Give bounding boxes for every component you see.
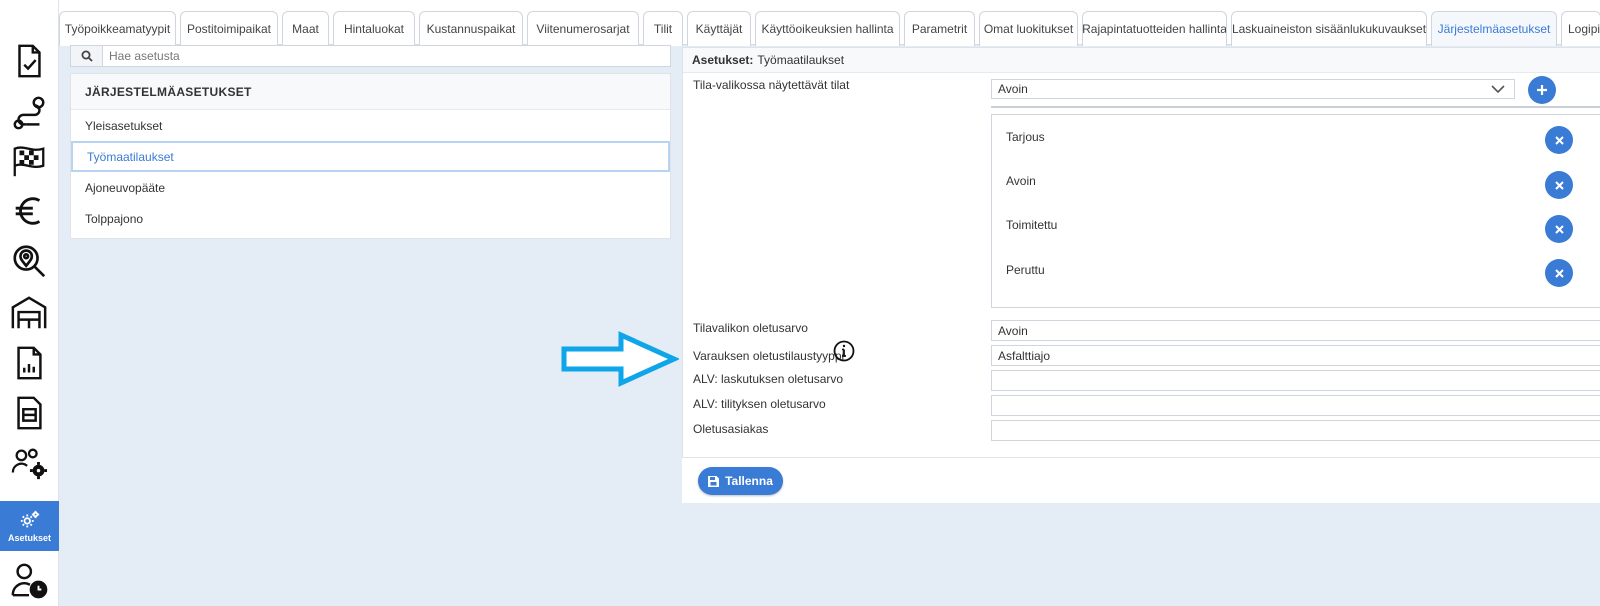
tasks-icon[interactable] — [0, 37, 58, 85]
status-list: Tarjous Avoin Toimitettu Peruttu — [991, 114, 1600, 308]
default-customer-field[interactable] — [991, 420, 1600, 441]
search-input[interactable] — [103, 46, 670, 66]
tab-tilit[interactable]: Tilit — [643, 11, 683, 46]
tab-kustannuspaikat[interactable]: Kustannuspaikat — [419, 11, 523, 46]
remove-toimitettu-button[interactable] — [1545, 215, 1573, 243]
chevron-down-icon — [1491, 85, 1505, 94]
tab-parametrit[interactable]: Parametrit — [904, 11, 975, 46]
warehouse-icon[interactable] — [0, 289, 58, 337]
tab-jarjestelmaasetukset[interactable]: Järjestelmäasetukset — [1431, 11, 1557, 46]
users-settings-icon[interactable] — [0, 439, 58, 487]
settings-list-header: JÄRJESTELMÄASETUKSET — [71, 74, 670, 110]
save-button[interactable]: Tallenna — [698, 467, 783, 495]
vat-settlement-field[interactable] — [991, 395, 1600, 416]
tab-kayttooikeuksien-hallinta[interactable]: Käyttöoikeuksien hallinta — [755, 11, 900, 46]
tab-viitenumerosarjat[interactable]: Viitenumerosarjat — [527, 11, 639, 46]
annotation-arrow — [561, 331, 679, 387]
default-order-type-field[interactable]: Asfalttiajo — [991, 345, 1600, 366]
status-select-label: Tila-valikossa näytettävät tilat — [693, 78, 850, 92]
status-select[interactable]: Avoin — [991, 79, 1515, 99]
settings-nav-label: Asetukset — [7, 533, 52, 543]
default-customer-label: Oletusasiakas — [693, 422, 769, 436]
panel-footer: Tallenna — [682, 457, 1600, 503]
select-divider — [991, 106, 1600, 108]
tab-logipi[interactable]: Logipi — [1561, 11, 1600, 46]
euro-icon[interactable] — [0, 187, 58, 235]
remove-peruttu-button[interactable] — [1545, 259, 1573, 287]
save-button-label: Tallenna — [725, 474, 773, 488]
document-icon[interactable] — [0, 389, 58, 437]
status-item-peruttu: Peruttu — [1006, 263, 1045, 277]
tab-bar: Työpoikkeamatyypit Postitoimipaikat Maat… — [59, 0, 1600, 46]
vat-settlement-label: ALV: tilityksen oletusarvo — [693, 397, 826, 411]
remove-tarjous-button[interactable] — [1545, 126, 1573, 154]
close-icon — [1554, 224, 1564, 234]
tab-hintaluokat[interactable]: Hintaluokat — [333, 11, 415, 46]
panel-title-value: Työmaatilaukset — [757, 53, 845, 67]
settings-icon — [20, 510, 39, 528]
settings-item-tolppajono[interactable]: Tolppajono — [71, 203, 670, 234]
plus-icon — [1537, 85, 1547, 95]
panel-title: Asetukset: Työmaatilaukset — [683, 48, 1600, 73]
tab-kayttajat[interactable]: Käyttäjät — [687, 11, 751, 46]
settings-list: JÄRJESTELMÄASETUKSET Yleisasetukset Työm… — [70, 73, 671, 239]
default-status-label: Tilavalikon oletusarvo — [693, 321, 808, 335]
icon-sidebar: Asetukset — [0, 0, 59, 606]
map-search-icon[interactable] — [0, 237, 58, 285]
tab-maat[interactable]: Maat — [282, 11, 329, 46]
tab-rajapintatuotteiden-hallinta[interactable]: Rajapintatuotteiden hallinta — [1082, 11, 1227, 46]
remove-avoin-button[interactable] — [1545, 171, 1573, 199]
status-item-toimitettu: Toimitettu — [1006, 218, 1058, 232]
panel-title-prefix: Asetukset: — [692, 53, 754, 67]
tab-laskuaineiston-sisaanlukukuvaukset[interactable]: Laskuaineiston sisäänlukukuvaukset — [1231, 11, 1427, 46]
default-order-type-label: Varauksen oletustilaustyyppi — [693, 349, 845, 363]
status-item-tarjous: Tarjous — [1006, 130, 1045, 144]
finish-flag-icon[interactable] — [0, 137, 58, 185]
tab-tyopoikkeamatyypit[interactable]: Työpoikkeamatyypit — [59, 11, 176, 46]
route-icon[interactable] — [0, 89, 58, 137]
info-icon[interactable] — [833, 340, 855, 362]
vat-invoicing-field[interactable] — [991, 370, 1600, 391]
settings-nav-item[interactable]: Asetukset — [0, 501, 59, 551]
close-icon — [1554, 135, 1564, 145]
close-icon — [1554, 180, 1564, 190]
status-item-avoin: Avoin — [1006, 174, 1036, 188]
report-icon[interactable] — [0, 339, 58, 387]
tab-postitoimipaikat[interactable]: Postitoimipaikat — [180, 11, 278, 46]
settings-detail-panel: Asetukset: Työmaatilaukset Tila-valikoss… — [682, 47, 1600, 503]
floppy-disk-icon — [708, 475, 720, 487]
default-status-field[interactable]: Avoin — [991, 320, 1600, 341]
vat-invoicing-label: ALV: laskutuksen oletusarvo — [693, 372, 844, 386]
settings-item-tyomaatilaukset[interactable]: Työmaatilaukset — [71, 141, 670, 172]
settings-item-ajoneuvopaate[interactable]: Ajoneuvopääte — [71, 172, 670, 203]
search-icon — [71, 46, 103, 66]
close-icon — [1554, 268, 1564, 278]
user-clock-icon[interactable] — [0, 556, 58, 604]
add-status-button[interactable] — [1528, 76, 1556, 104]
settings-item-yleisasetukset[interactable]: Yleisasetukset — [71, 110, 670, 141]
settings-search — [70, 45, 671, 67]
status-select-value: Avoin — [998, 82, 1028, 96]
tab-omat-luokitukset[interactable]: Omat luokitukset — [979, 11, 1078, 46]
